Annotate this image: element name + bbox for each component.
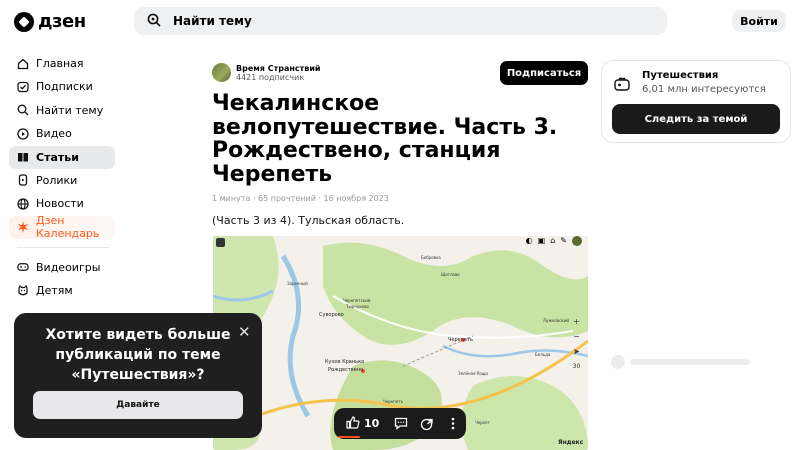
sidebar-item-label: Ролики [36,173,78,187]
dzen-logo[interactable]: дзен [14,11,86,32]
articles-icon [17,151,29,163]
zoom-out-icon[interactable]: − [570,329,583,344]
sidebar-item-articles[interactable]: Статьи [9,145,115,169]
video-icon [17,128,29,140]
topic-suggestion-popup: Хотите видеть больше публикаций по теме … [14,313,262,438]
sidebar-item-label: Найти тему [36,103,104,117]
close-icon[interactable]: ✕ [238,323,251,341]
subscriptions-icon [17,81,29,93]
sidebar-item-label: Подписки [36,80,93,94]
sidebar-item-home[interactable]: Главная [9,52,115,75]
travel-suitcase-icon [614,76,630,95]
sidebar-item-shorts[interactable]: Ролики [9,169,115,192]
search-placeholder: Найти тему [173,14,252,28]
map-attribution: Яндекс [558,439,584,446]
more-options-icon[interactable] [440,417,466,430]
sidebar-item-subscriptions[interactable]: Подписки [9,75,115,98]
kids-icon [17,284,29,297]
map-label-cherepet-station: Черепеть [383,399,403,404]
gamepad-icon [17,261,29,273]
sidebar-item-calendar[interactable]: Дзен Календарь [9,214,115,241]
map-label-bobrovka: Бобровка [421,255,441,260]
sidebar-item-find-topic[interactable]: Найти тему [9,99,115,122]
skeleton-line [630,359,750,365]
sidebar-item-news[interactable]: Новости [9,192,115,215]
topic-followers: 6,01 млн интересуются [642,84,766,95]
zoom-in-icon[interactable]: + [570,314,583,329]
popup-text: Хотите видеть больше публикаций по теме … [45,327,231,383]
sidebar-item-label: Главная [36,57,84,70]
map-label-tyurnukovo: Тюрнуково [346,304,369,309]
map-menu-icon[interactable] [216,238,225,247]
map-label-suvorovo: Суворово [319,312,344,318]
like-count: 10 [364,417,380,430]
skeleton-avatar [611,355,625,369]
subscribe-button[interactable]: Подписаться [500,61,588,85]
sidebar-item-label: Статьи [36,150,79,164]
article-title: Чекалинское велопутешествие. Часть 3. Ро… [212,91,558,187]
follow-topic-button[interactable]: Следить за темой [612,104,780,134]
author-subscribers: 4421 подписчик [236,73,305,82]
map-label-cherepetsky: Черепетский [343,298,371,303]
topic-card: Путешествия 6,01 млн интересуются Следит… [601,60,791,143]
article: Время Странствий 4421 подписчик Подписат… [212,60,588,227]
topic-name[interactable]: Путешествия [642,70,718,81]
comment-icon[interactable] [388,417,414,430]
sidebar-item-video[interactable]: Видео [9,122,115,145]
sidebar-divider [17,246,109,248]
sidebar-item-kids[interactable]: Детям [9,279,115,302]
map-ruler-icon[interactable]: ✎ [560,236,567,246]
sidebar-item-label: Детям [36,284,73,298]
home-icon [17,58,29,70]
news-icon [17,198,29,210]
map-label-cherepet: Черепеть [448,337,473,343]
article-meta: 1 минута · 65 прочтений · 16 ноября 2023 [212,194,389,203]
locate-icon[interactable]: ➤ [570,344,583,359]
logo-text: дзен [38,11,86,32]
search-topic-icon [17,104,29,116]
search-icon [147,12,161,31]
share-icon[interactable] [414,417,440,431]
article-lead: (Часть 3 из 4). Тульская область. [212,214,405,227]
map-label-shcheglovo: Щеглово [441,272,460,277]
login-button[interactable]: Войти [732,10,786,32]
search-input[interactable]: Найти тему [134,7,667,35]
map-label-luzhkovsky: Лужковский [543,318,570,323]
dzen-logo-icon [14,11,34,32]
map-label-kukhov: Кухов Кранька [325,359,365,365]
map-label-zarechny: Заречный [287,281,308,286]
author-name[interactable]: Время Странствий [236,64,321,73]
map-user-avatar[interactable] [572,236,582,246]
reading-progress-bar [338,436,360,438]
map-layers-icon[interactable]: ◐ [526,236,533,246]
map-route-icon[interactable]: ⌂ [550,236,555,246]
sidebar-nav: Главная Подписки Найти тему Видео Статьи… [9,52,115,303]
calendar-burst-icon [17,221,29,234]
article-action-bar: 10 [334,408,466,439]
sidebar-item-label: Видеоигры [36,260,101,274]
map-toolbar: ◐ ▣ ⌂ ✎ [526,236,582,246]
sidebar-item-videogames[interactable]: Видеоигры [9,256,115,279]
thumbs-up-icon [346,414,360,433]
top-header: дзен Найти тему Войти [0,0,800,44]
sidebar-item-label: Новости [36,197,84,211]
map-zoom-controls: + − ➤ 30 [570,314,583,374]
map-label-zelenaya-roshcha: Зелёная Роща [458,371,488,376]
author-avatar[interactable] [212,63,231,82]
shorts-icon [17,174,29,187]
like-button[interactable]: 10 [346,414,388,433]
map-label-rozhdestveno: Рождествено [328,367,364,373]
sidebar-item-label: Дзен Календарь [36,214,100,241]
sidebar-item-label: Видео [36,127,72,141]
map-zoom-level: 30 [572,363,581,370]
map-label-belda: Бельда [535,352,551,357]
map-label-cherkhet: Черхет [475,420,490,425]
popup-accept-button[interactable]: Давайте [33,391,243,419]
map-bus-icon[interactable]: ▣ [538,236,546,246]
